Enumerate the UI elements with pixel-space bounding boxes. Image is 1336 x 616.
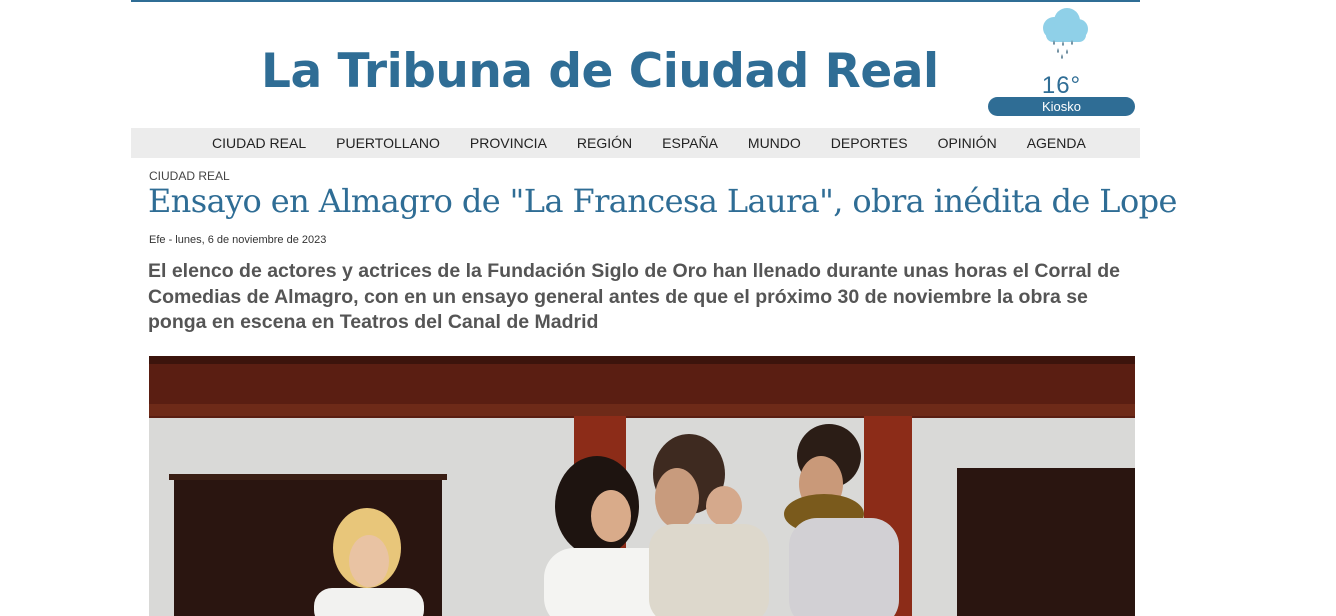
article-byline: Efe - lunes, 6 de noviembre de 2023	[149, 234, 327, 246]
article-title: Ensayo en Almagro de "La Francesa Laura"…	[148, 182, 1177, 220]
nav-item-agenda[interactable]: AGENDA	[1027, 128, 1086, 158]
site-logo[interactable]: La Tribuna de Ciudad Real	[261, 44, 939, 99]
rain-cloud-icon	[1043, 8, 1088, 59]
nav-item-espana[interactable]: ESPAÑA	[662, 128, 718, 158]
main-nav: CIUDAD REAL PUERTOLLANO PROVINCIA REGIÓN…	[131, 128, 1140, 158]
nav-item-opinion[interactable]: OPINIÓN	[938, 128, 997, 158]
weather-temperature: 16°	[1041, 72, 1082, 99]
article-summary: El elenco de actores y actrices de la Fu…	[148, 260, 1121, 333]
nav-item-puertollano[interactable]: PUERTOLLANO	[336, 128, 440, 158]
nav-item-ciudad-real[interactable]: CIUDAD REAL	[212, 128, 306, 158]
nav-item-provincia[interactable]: PROVINCIA	[470, 128, 547, 158]
kiosko-button[interactable]: Kiosko	[988, 97, 1135, 116]
page: La Tribuna de Ciudad Real 16° Kiosko CIU…	[131, 0, 1177, 616]
nav-item-mundo[interactable]: MUNDO	[748, 128, 801, 158]
article-section-link[interactable]: CIUDAD REAL	[149, 169, 230, 183]
article-photo-illustration	[149, 356, 1135, 616]
top-rule	[131, 0, 1140, 2]
article-photo[interactable]	[149, 356, 1135, 616]
nav-item-region[interactable]: REGIÓN	[577, 128, 632, 158]
nav-list: CIUDAD REAL PUERTOLLANO PROVINCIA REGIÓN…	[212, 128, 1116, 158]
nav-item-deportes[interactable]: DEPORTES	[831, 128, 908, 158]
weather-widget: 16° Kiosko	[988, 6, 1135, 118]
